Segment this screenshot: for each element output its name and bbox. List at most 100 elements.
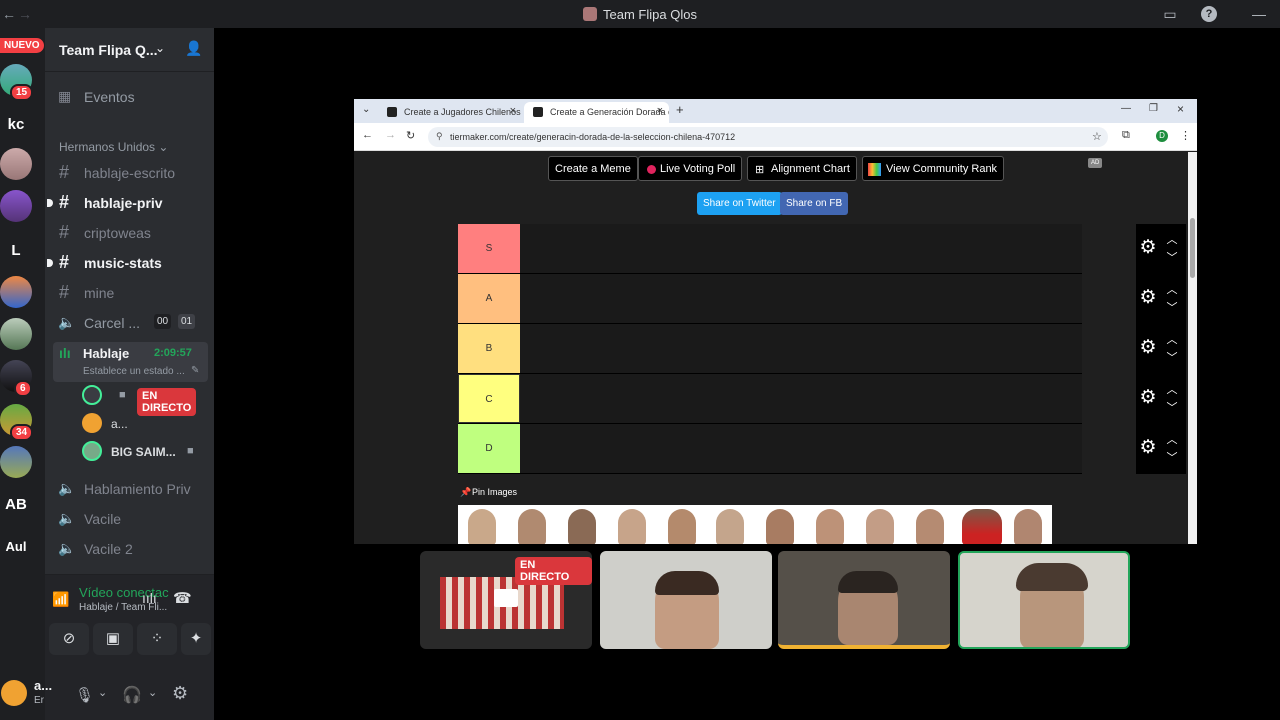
screen-share-icon[interactable]: ▣ [93,623,133,655]
avatar[interactable] [1,680,27,706]
player-image[interactable] [468,509,496,544]
microphone-icon[interactable]: 🎙 [75,686,94,704]
voice-channel-vacile[interactable]: 🔈 Vacile [53,506,208,532]
reload-icon[interactable]: ↻ [406,129,415,142]
voice-channel-hablamiento-priv[interactable]: 🔈 Hablamiento Priv [53,476,208,502]
tier-label[interactable]: B [458,324,520,373]
tier-label[interactable]: C [458,374,520,423]
guild-header[interactable]: Team Flipa Q... ⌄ 👤 [45,28,214,72]
player-image[interactable] [1014,509,1042,544]
settings-gear-icon[interactable]: ⚙ [1138,438,1158,458]
player-image[interactable] [618,509,646,544]
chevron-down-icon[interactable]: ⌄ [98,686,107,699]
camera-off-icon[interactable]: ⊘ [49,623,89,655]
tier-label[interactable]: A [458,274,520,323]
minimize-icon[interactable]: — [1251,6,1267,22]
add-user-icon[interactable]: 👤 [185,40,202,57]
chevron-down-icon[interactable]: ⌄ [148,686,157,699]
server-icon[interactable] [0,318,32,350]
tab-search-icon[interactable]: ⌄ [362,104,370,115]
address-bar[interactable]: ⚲ tiermaker.com/create/generacin-dorada-… [428,127,1108,147]
forward-arrow-icon[interactable]: → [385,129,396,141]
headphones-icon[interactable]: 🎧 [122,685,142,705]
chevron-up-icon[interactable]: ︿ [1164,234,1180,246]
tier-row[interactable]: B ⚙ ︿ ﹀ [458,324,1186,374]
server-icon[interactable] [0,190,32,222]
channel-mine[interactable]: # mine [53,280,208,306]
soundboard-icon[interactable]: ✦ [181,623,211,655]
events-item[interactable]: ▦ Eventos [53,84,208,110]
close-tab-icon[interactable]: × [510,105,516,117]
extensions-icon[interactable]: ⧉ [1122,129,1130,142]
server-l[interactable]: L [0,242,32,259]
chevron-down-icon[interactable]: ﹀ [1164,302,1180,314]
help-icon[interactable]: ? [1201,6,1217,22]
close-window-icon[interactable]: × [1177,102,1184,116]
player-image[interactable] [668,509,696,544]
profile-avatar[interactable]: D [1156,130,1168,142]
video-tile[interactable] [600,551,772,649]
settings-gear-icon[interactable]: ⚙ [1138,338,1158,358]
settings-gear-icon[interactable]: ⚙ [1138,388,1158,408]
inbox-icon[interactable]: ▭ [1162,6,1178,22]
chevron-down-icon[interactable]: ﹀ [1164,352,1180,364]
player-image[interactable] [816,509,844,544]
close-tab-icon[interactable]: × [657,105,663,117]
tier-row[interactable]: A ⚙ ︿ ﹀ [458,274,1186,324]
tier-row[interactable]: C ⚙ ︿ ﹀ [458,374,1186,424]
settings-gear-icon[interactable]: ⚙ [1138,238,1158,258]
player-image[interactable] [866,509,894,544]
server-icon[interactable] [0,148,32,180]
voice-channel-carcel[interactable]: 🔈 Carcel ... 00 01 [53,310,208,336]
share-fb-button[interactable]: Share on FB [780,192,849,215]
restore-icon[interactable]: ❐ [1149,103,1158,114]
server-aul[interactable]: Aul [0,539,32,554]
server-ab[interactable]: AB [0,496,32,513]
activities-icon[interactable]: ⁘ [137,623,177,655]
chevron-up-icon[interactable]: ︿ [1164,384,1180,396]
player-image[interactable] [518,509,546,544]
category-header[interactable]: Hermanos Unidos ⌄ [59,140,168,154]
player-image[interactable] [716,509,744,544]
video-tile-speaking[interactable] [958,551,1130,649]
new-tab-icon[interactable]: + [676,102,684,117]
channel-hablaje-escrito[interactable]: # hablaje-escrito [53,160,208,186]
page-scrollbar[interactable] [1188,152,1197,544]
chevron-up-icon[interactable]: ︿ [1164,284,1180,296]
settings-gear-icon[interactable]: ⚙ [172,683,188,704]
tier-row[interactable]: S ⚙ ︿ ﹀ [458,224,1186,274]
stream-tile[interactable]: EN DIRECTO [420,551,592,649]
disconnect-icon[interactable]: ☎ [173,589,192,607]
chevron-down-icon[interactable]: ﹀ [1164,402,1180,414]
player-image[interactable] [962,509,1002,544]
view-community-rank-button[interactable]: View Community Rank [862,156,1005,181]
edit-icon[interactable]: ✎ [191,365,199,376]
menu-kebab-icon[interactable]: ⋮ [1180,129,1191,142]
pin-images-toggle[interactable]: Pin Images [472,487,517,497]
settings-gear-icon[interactable]: ⚙ [1138,288,1158,308]
player-image[interactable] [568,509,596,544]
alignment-chart-button[interactable]: ⊞ Alignment Chart [747,156,857,181]
browser-tab[interactable]: Create a Jugadores Chilenos / ... × [378,102,522,123]
player-image[interactable] [766,509,794,544]
server-icon[interactable] [0,276,32,308]
voice-channel-vacile-2[interactable]: 🔈 Vacile 2 [53,536,208,562]
bookmark-star-icon[interactable]: ☆ [1092,130,1102,143]
username[interactable]: a... [34,678,52,693]
channel-hablaje-priv[interactable]: # hablaje-priv [47,190,208,216]
chevron-up-icon[interactable]: ︿ [1164,334,1180,346]
server-icon[interactable] [0,446,32,478]
chevron-up-icon[interactable]: ︿ [1164,434,1180,446]
channel-music-stats[interactable]: # music-stats [47,250,208,276]
player-image[interactable] [916,509,944,544]
tier-row[interactable]: D ⚙ ︿ ﹀ [458,424,1186,474]
chevron-down-icon[interactable]: ﹀ [1164,452,1180,464]
create-meme-button[interactable]: Create a Meme [548,156,638,181]
noise-suppression-icon[interactable]: ıılı [142,590,157,606]
back-arrow-icon[interactable]: ← [362,129,373,141]
scrollbar-thumb[interactable] [1190,218,1195,278]
channel-criptoweas[interactable]: # criptoweas [53,220,208,246]
tier-label[interactable]: D [458,424,520,473]
video-tile-speaking[interactable] [778,551,950,649]
server-kc[interactable]: kc [0,116,32,133]
